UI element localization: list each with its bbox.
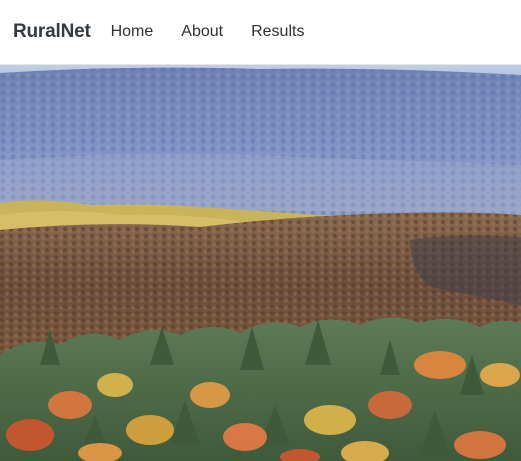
nav-link-about[interactable]: About [181,23,223,41]
hero-image [0,65,521,461]
top-navbar: RuralNet Home About Results [0,0,521,65]
nav-link-home[interactable]: Home [111,23,154,41]
autumn-forest-photo [0,65,521,461]
nav-links: Home About Results [111,23,333,41]
nav-link-results[interactable]: Results [251,23,304,41]
brand-logo[interactable]: RuralNet [13,21,91,43]
